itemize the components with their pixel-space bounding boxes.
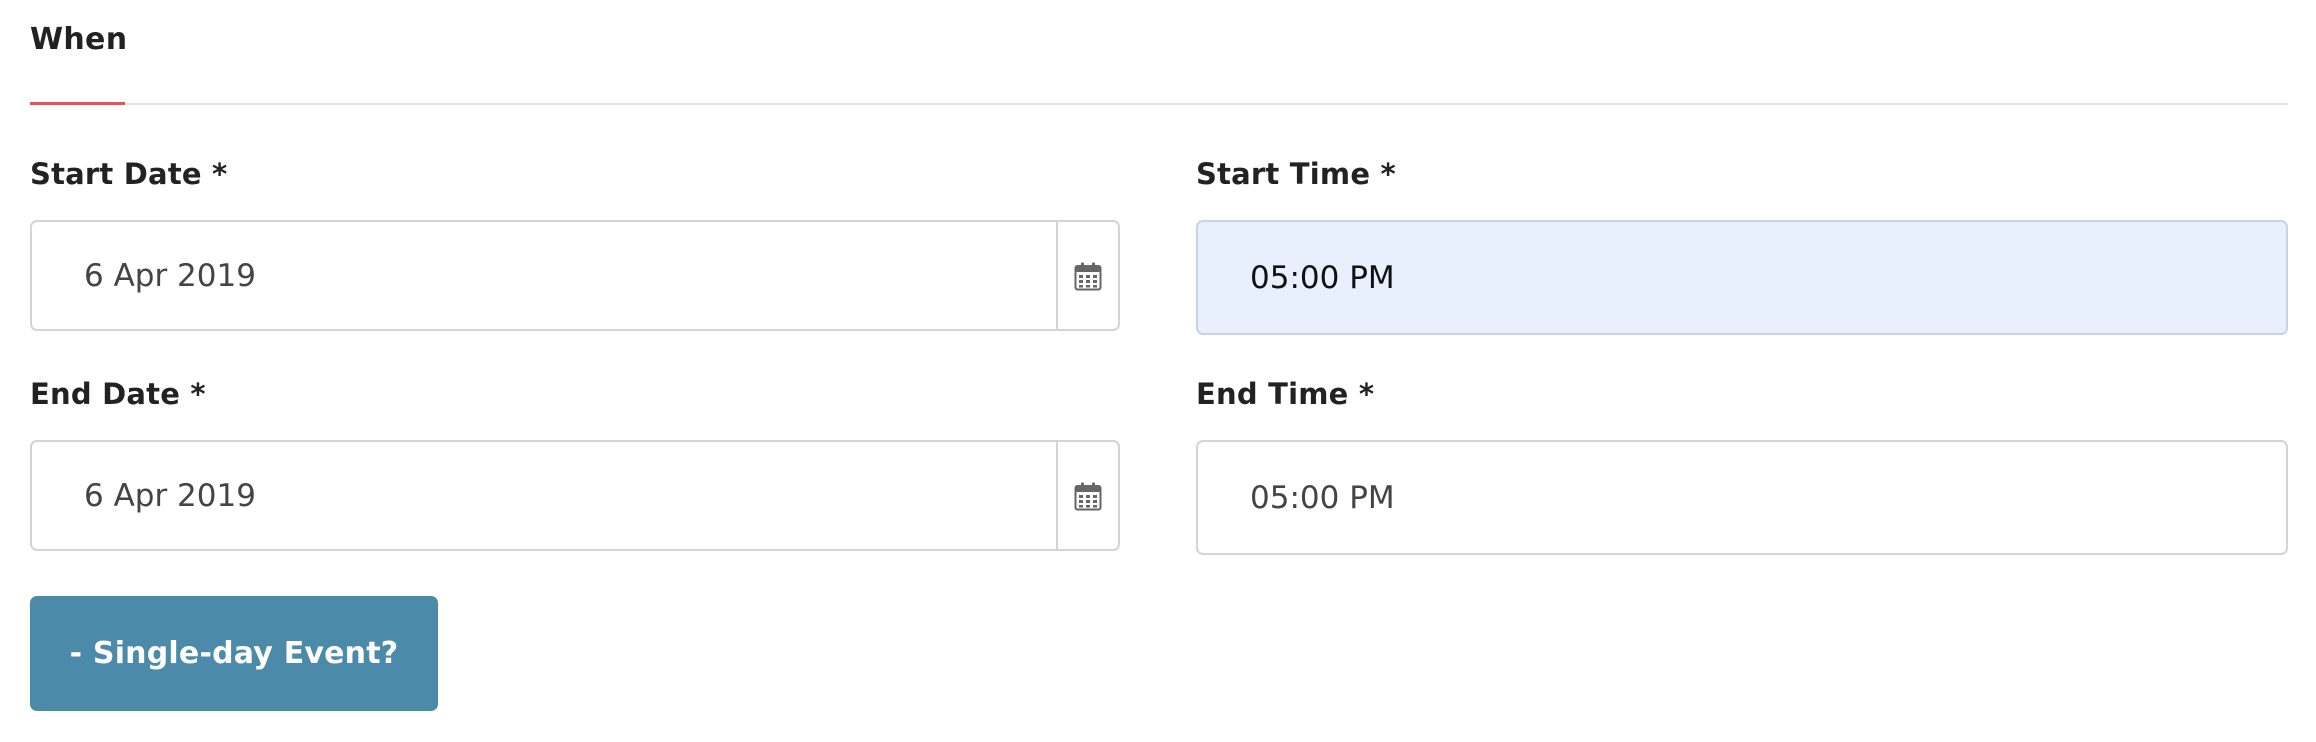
end-time-field[interactable]: 05:00 PM	[1196, 440, 2288, 555]
start-date-calendar-button[interactable]	[1056, 222, 1118, 329]
start-time-field[interactable]: 05:00 PM	[1196, 220, 2288, 335]
section-divider-accent	[30, 102, 125, 105]
single-day-event-button[interactable]: - Single-day Event?	[30, 596, 438, 711]
end-date-label: End Date *	[30, 377, 206, 411]
end-date-field[interactable]: 6 Apr 2019	[30, 440, 1120, 551]
start-date-field[interactable]: 6 Apr 2019	[30, 220, 1120, 331]
start-time-label: Start Time *	[1196, 157, 1396, 191]
start-date-value[interactable]: 6 Apr 2019	[84, 258, 256, 294]
end-date-calendar-button[interactable]	[1056, 442, 1118, 549]
calendar-icon	[1074, 262, 1102, 290]
end-date-value[interactable]: 6 Apr 2019	[84, 478, 256, 514]
end-time-value[interactable]: 05:00 PM	[1250, 480, 1395, 516]
calendar-icon	[1074, 482, 1102, 510]
section-title: When	[30, 22, 128, 57]
section-divider	[30, 103, 2288, 105]
start-date-label: Start Date *	[30, 157, 228, 191]
end-time-label: End Time *	[1196, 377, 1375, 411]
start-time-value[interactable]: 05:00 PM	[1250, 260, 1395, 296]
